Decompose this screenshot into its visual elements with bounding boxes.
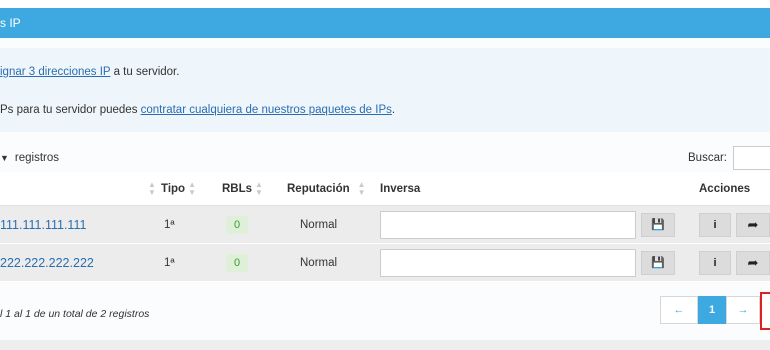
- table-row: 111.111.111.111 1ª 0 Normal 💾 i ➦: [0, 206, 770, 244]
- info-button[interactable]: i: [699, 213, 731, 237]
- col-rbls-label: RBLs: [222, 183, 253, 195]
- info-button[interactable]: i: [699, 251, 731, 275]
- ip-address-link[interactable]: 222.222.222.222: [0, 244, 94, 282]
- table-row: 222.222.222.222 1ª 0 Normal 💾 i ➦: [0, 244, 770, 282]
- panel-title: s IP: [0, 16, 21, 30]
- chevron-down-icon[interactable]: ▼: [0, 153, 9, 163]
- table-info-text: l 1 al 1 de un total de 2 registros: [0, 308, 150, 320]
- col-rbls[interactable]: RBLs ▲ ▼: [222, 172, 263, 206]
- ip-address-link[interactable]: 111.111.111.111: [0, 206, 86, 244]
- col-ip-sort[interactable]: ▲ ▼: [145, 172, 156, 206]
- col-inversa: Inversa: [380, 183, 421, 195]
- info-line-contract-text: Ps para tu servidor puedes: [0, 104, 141, 116]
- col-reputacion-label: Reputación: [287, 183, 350, 195]
- tipo-value: 1ª: [164, 257, 175, 269]
- ip-table: ▲ ▼ Tipo ▲ ▼ RBLs ▲ ▼ Reputación ▲ ▼ Inversa Ac…: [0, 172, 770, 282]
- rbl-count-badge: 0: [226, 216, 248, 234]
- col-reputacion[interactable]: Reputación ▲ ▼: [287, 172, 366, 206]
- panel-header: s IP: [0, 8, 770, 38]
- sort-icon: ▲ ▼: [255, 179, 263, 197]
- panel-body: ignar 3 direcciones IP a tu servidor. Ps…: [0, 38, 770, 350]
- share-button[interactable]: ➦: [736, 213, 770, 237]
- length-label: registros: [14, 152, 60, 164]
- contract-ip-packages-link[interactable]: contratar cualquiera de nuestros paquete…: [141, 104, 392, 116]
- info-alert: ignar 3 direcciones IP a tu servidor. Ps…: [0, 48, 770, 132]
- save-button[interactable]: 💾: [641, 213, 675, 237]
- col-acciones: Acciones: [699, 183, 751, 195]
- length-control[interactable]: ▼ registros: [0, 152, 59, 164]
- reverse-dns-input[interactable]: [380, 249, 636, 277]
- share-icon: ➦: [747, 255, 759, 270]
- search-input[interactable]: [733, 146, 770, 170]
- save-button[interactable]: 💾: [641, 251, 675, 275]
- reverse-dns-input[interactable]: [380, 211, 636, 239]
- pagination-next-button[interactable]: →: [726, 296, 760, 324]
- save-icon: 💾: [651, 219, 665, 231]
- pagination-prev-button[interactable]: ←: [660, 296, 698, 324]
- assign-ips-link[interactable]: ignar 3 direcciones IP: [0, 66, 110, 78]
- info-icon: i: [713, 257, 717, 269]
- info-line-assign: ignar 3 direcciones IP a tu servidor.: [0, 66, 179, 78]
- search-label: Buscar:: [688, 152, 727, 164]
- info-icon: i: [713, 219, 717, 231]
- rbl-count-badge: 0: [226, 254, 248, 272]
- pagination-page-1[interactable]: 1: [698, 296, 726, 324]
- panel-footer-strip: [0, 340, 770, 350]
- info-line-assign-text: a tu servidor.: [110, 66, 180, 78]
- sort-icon: ▲ ▼: [357, 179, 366, 197]
- sort-icon: ▲ ▼: [148, 179, 156, 197]
- save-icon: 💾: [651, 257, 665, 269]
- share-icon: ➦: [747, 217, 759, 232]
- reputation-value: Normal: [300, 219, 338, 231]
- reputation-value: Normal: [300, 257, 338, 269]
- highlight-marker: [760, 292, 770, 330]
- tipo-value: 1ª: [164, 219, 175, 231]
- info-line-contract: Ps para tu servidor puedes contratar cua…: [0, 104, 395, 116]
- share-button[interactable]: ➦: [736, 251, 770, 275]
- sort-icon: ▲ ▼: [188, 179, 196, 197]
- col-tipo-label: Tipo: [161, 183, 186, 195]
- table-header: ▲ ▼ Tipo ▲ ▼ RBLs ▲ ▼ Reputación ▲ ▼ Inversa Ac…: [0, 172, 770, 206]
- col-tipo[interactable]: Tipo ▲ ▼: [161, 172, 196, 206]
- info-line-contract-end: .: [391, 104, 396, 116]
